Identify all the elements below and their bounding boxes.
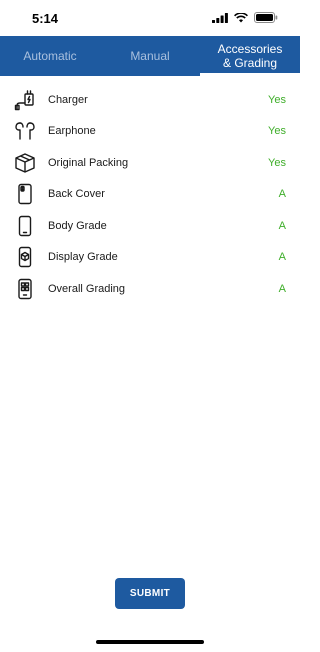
display-icon <box>14 246 36 268</box>
item-value: Yes <box>268 125 286 138</box>
tab-label: Accessories & Grading <box>217 42 283 70</box>
signal-icon <box>212 12 228 23</box>
submit-button[interactable]: SUBMIT <box>115 578 185 609</box>
item-value: A <box>278 188 286 201</box>
earphone-icon <box>14 120 36 142</box>
tab-label: Manual <box>130 49 170 63</box>
item-value: A <box>278 219 286 232</box>
list-item-overall-grading[interactable]: Overall Grading A <box>0 273 300 305</box>
item-value: A <box>278 282 286 295</box>
tab-bar: Automatic Manual Accessories & Grading <box>0 36 300 76</box>
tab-automatic[interactable]: Automatic <box>0 36 100 76</box>
list-item-original-packing[interactable]: Original Packing Yes <box>0 147 300 179</box>
item-label: Earphone <box>48 125 96 138</box>
status-icons <box>212 12 278 23</box>
tab-label: Automatic <box>23 49 77 63</box>
home-indicator <box>96 640 204 644</box>
battery-icon <box>254 12 278 23</box>
tab-manual[interactable]: Manual <box>100 36 200 76</box>
item-label: Back Cover <box>48 188 105 201</box>
phone-body-icon <box>14 215 36 237</box>
list-item-earphone[interactable]: Earphone Yes <box>0 116 300 148</box>
list-item-body-grade[interactable]: Body Grade A <box>0 210 300 242</box>
item-value: A <box>278 251 286 264</box>
item-label: Body Grade <box>48 219 107 232</box>
status-bar: 5:14 <box>0 0 300 36</box>
item-value: Yes <box>268 156 286 169</box>
list-item-charger[interactable]: Charger Yes <box>0 84 300 116</box>
overall-grading-icon <box>14 278 36 300</box>
charger-icon <box>14 89 36 111</box>
tab-accessories-grading[interactable]: Accessories & Grading <box>200 36 300 76</box>
accessories-list: Charger Yes Earphone Yes Original Packin… <box>0 84 300 305</box>
item-label: Charger <box>48 93 88 106</box>
item-label: Display Grade <box>48 251 118 264</box>
box-icon <box>14 152 36 174</box>
list-item-display-grade[interactable]: Display Grade A <box>0 242 300 274</box>
status-time: 5:14 <box>32 11 59 26</box>
item-label: Overall Grading <box>48 282 126 295</box>
item-value: Yes <box>268 93 286 106</box>
item-label: Original Packing <box>48 156 129 169</box>
wifi-icon <box>234 12 248 23</box>
list-item-back-cover[interactable]: Back Cover A <box>0 179 300 211</box>
back-cover-icon <box>14 183 36 205</box>
